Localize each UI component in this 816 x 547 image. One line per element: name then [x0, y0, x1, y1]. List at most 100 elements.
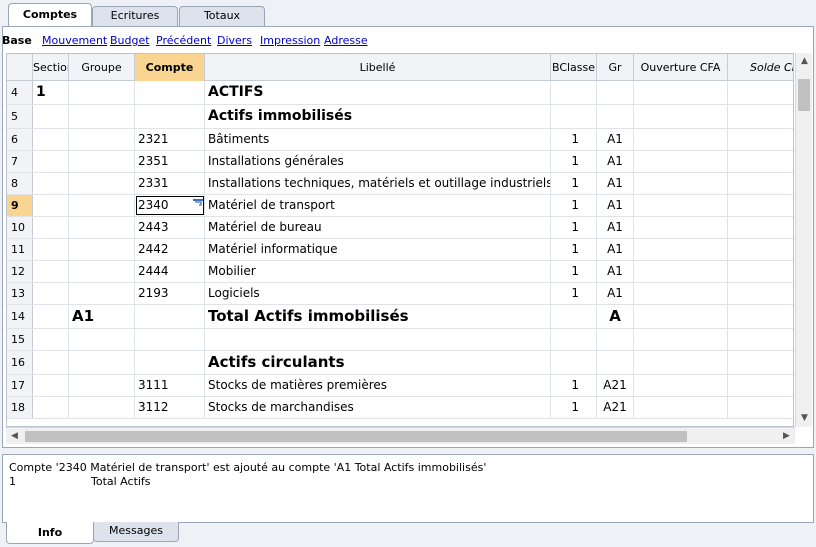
row-number-cell[interactable]: 10	[7, 217, 33, 238]
bclasse-cell[interactable]	[551, 351, 597, 374]
table-row[interactable]: 11 2442 Matériel informatique 1 A1	[7, 239, 793, 261]
column-header-libelle[interactable]: Libellé	[205, 54, 551, 81]
section-cell[interactable]	[33, 129, 69, 150]
groupe-cell[interactable]	[69, 351, 135, 374]
row-number-cell[interactable]: 14	[7, 305, 33, 328]
groupe-cell[interactable]	[69, 195, 135, 216]
section-cell[interactable]	[33, 261, 69, 282]
tab-totaux[interactable]: Totaux	[179, 6, 265, 26]
ouverture-cell[interactable]	[634, 283, 728, 304]
compte-cell[interactable]: 3112	[135, 397, 205, 418]
ouverture-cell[interactable]	[634, 173, 728, 194]
solde-cell[interactable]	[728, 81, 793, 104]
tab-info[interactable]: Info	[6, 522, 94, 544]
groupe-cell[interactable]	[69, 329, 135, 350]
view-precedent[interactable]: Précédent	[156, 34, 211, 47]
groupe-cell[interactable]	[69, 173, 135, 194]
table-row[interactable]: 8 2331 Installations techniques, matériels…	[7, 173, 793, 195]
ouverture-cell[interactable]	[634, 105, 728, 128]
table-row[interactable]: 17 3111 Stocks de matières premières 1 A21	[7, 375, 793, 397]
ouverture-cell[interactable]	[634, 351, 728, 374]
ouverture-cell[interactable]	[634, 397, 728, 418]
gr-cell[interactable]	[597, 351, 634, 374]
bclasse-cell[interactable]: 1	[551, 151, 597, 172]
bclasse-cell[interactable]: 1	[551, 397, 597, 418]
ouverture-cell[interactable]	[634, 261, 728, 282]
header-corner[interactable]	[7, 54, 33, 81]
horizontal-scroll-thumb[interactable]	[25, 431, 687, 442]
column-header-compte[interactable]: Compte	[135, 54, 205, 81]
ouverture-cell[interactable]	[634, 375, 728, 396]
table-row[interactable]: 16 Actifs circulants	[7, 351, 793, 375]
view-budget[interactable]: Budget	[110, 34, 150, 47]
ouverture-cell[interactable]	[634, 195, 728, 216]
section-cell[interactable]	[33, 305, 69, 328]
gr-cell[interactable]: A1	[597, 217, 634, 238]
gr-cell[interactable]: A1	[597, 129, 634, 150]
row-number-cell[interactable]: 18	[7, 397, 33, 418]
compte-cell[interactable]	[135, 351, 205, 374]
bclasse-cell[interactable]: 1	[551, 239, 597, 260]
gr-cell[interactable]: A21	[597, 375, 634, 396]
bclasse-cell[interactable]: 1	[551, 129, 597, 150]
section-cell[interactable]	[33, 151, 69, 172]
gr-cell[interactable]: A1	[597, 151, 634, 172]
compte-cell[interactable]: 2331	[135, 173, 205, 194]
solde-cell[interactable]	[728, 105, 793, 128]
table-row[interactable]: 14 A1 Total Actifs immobilisés A	[7, 305, 793, 329]
solde-cell[interactable]	[728, 375, 793, 396]
table-row[interactable]: 9 2340 Matériel de transport 1 A1	[7, 195, 793, 217]
row-number-cell[interactable]: 5	[7, 105, 33, 128]
section-cell[interactable]	[33, 283, 69, 304]
row-number-cell[interactable]: 9	[7, 195, 33, 216]
column-header-ouverture[interactable]: Ouverture CFA	[634, 54, 728, 81]
ouverture-cell[interactable]	[634, 81, 728, 104]
ouverture-cell[interactable]	[634, 129, 728, 150]
groupe-cell[interactable]	[69, 217, 135, 238]
ouverture-cell[interactable]	[634, 239, 728, 260]
compte-cell[interactable]: 2321	[135, 129, 205, 150]
libelle-cell[interactable]: Stocks de matières premières	[205, 375, 551, 396]
solde-cell[interactable]	[728, 283, 793, 304]
bclasse-cell[interactable]	[551, 105, 597, 128]
ouverture-cell[interactable]	[634, 151, 728, 172]
column-header-gr[interactable]: Gr	[597, 54, 634, 81]
table-row[interactable]: 18 3112 Stocks de marchandises 1 A21	[7, 397, 793, 419]
gr-cell[interactable]	[597, 105, 634, 128]
section-cell[interactable]	[33, 105, 69, 128]
solde-cell[interactable]	[728, 261, 793, 282]
libelle-cell[interactable]: Stocks de marchandises	[205, 397, 551, 418]
table-row[interactable]: 5 Actifs immobilisés	[7, 105, 793, 129]
groupe-cell[interactable]: A1	[69, 305, 135, 328]
section-cell[interactable]	[33, 351, 69, 374]
solde-cell[interactable]	[728, 351, 793, 374]
compte-cell[interactable]	[135, 105, 205, 128]
row-number-cell[interactable]: 4	[7, 81, 33, 104]
view-impression[interactable]: Impression	[260, 34, 320, 47]
groupe-cell[interactable]	[69, 261, 135, 282]
row-number-cell[interactable]: 11	[7, 239, 33, 260]
bclasse-cell[interactable]: 1	[551, 217, 597, 238]
groupe-cell[interactable]	[69, 105, 135, 128]
libelle-cell[interactable]: Mobilier	[205, 261, 551, 282]
section-cell[interactable]	[33, 173, 69, 194]
vertical-scroll-thumb[interactable]	[798, 79, 810, 111]
libelle-cell[interactable]: Bâtiments	[205, 129, 551, 150]
libelle-cell[interactable]: Installations techniques, matériels et o…	[205, 173, 551, 194]
libelle-cell[interactable]: Actifs circulants	[205, 351, 551, 374]
bclasse-cell[interactable]: 1	[551, 375, 597, 396]
bclasse-cell[interactable]: 1	[551, 173, 597, 194]
libelle-cell[interactable]: Installations générales	[205, 151, 551, 172]
compte-cell[interactable]	[135, 305, 205, 328]
row-number-cell[interactable]: 15	[7, 329, 33, 350]
view-base[interactable]: Base	[2, 34, 32, 47]
ouverture-cell[interactable]	[634, 329, 728, 350]
solde-cell[interactable]	[728, 305, 793, 328]
compte-cell[interactable]: 2442	[135, 239, 205, 260]
bclasse-cell[interactable]	[551, 329, 597, 350]
scroll-down-icon[interactable]: ▼	[796, 410, 813, 427]
solde-cell[interactable]	[728, 239, 793, 260]
compte-cell[interactable]: 2193	[135, 283, 205, 304]
solde-cell[interactable]	[728, 329, 793, 350]
groupe-cell[interactable]	[69, 283, 135, 304]
